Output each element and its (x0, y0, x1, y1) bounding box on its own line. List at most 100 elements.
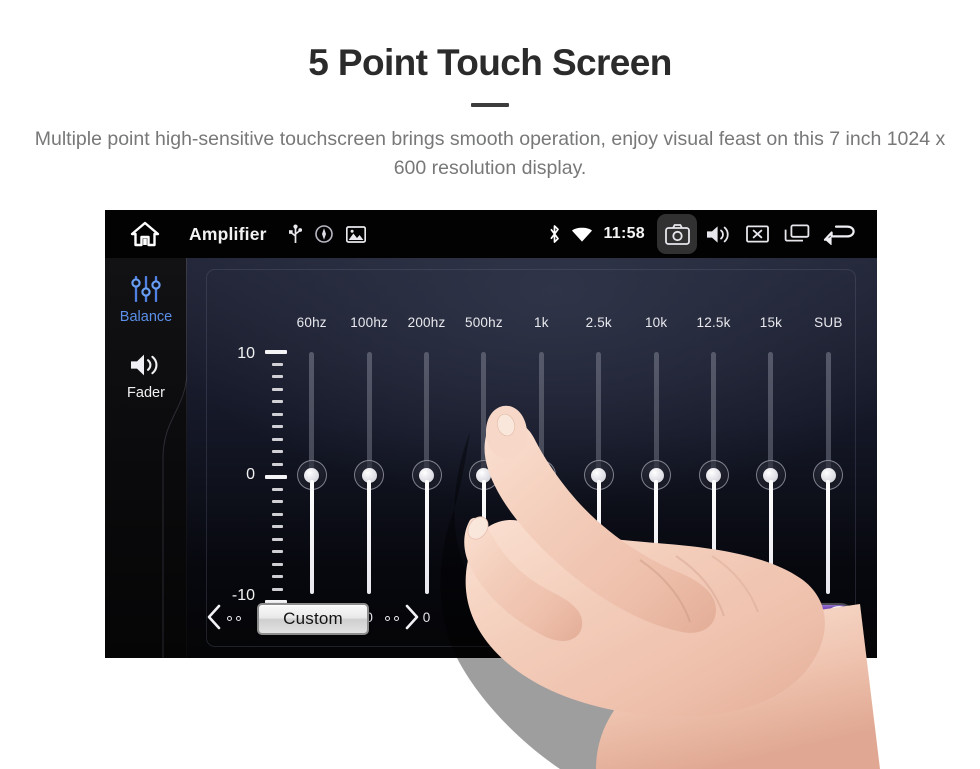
eq-slider-1k[interactable] (513, 346, 570, 604)
frequency-label: 2.5k (585, 315, 612, 330)
sidebar-item-balance[interactable]: Balance (105, 272, 187, 325)
eq-slider-10k[interactable] (627, 346, 684, 604)
eq-slider-500hz[interactable] (455, 346, 512, 604)
eq-slider-2.5k[interactable] (570, 346, 627, 604)
scale-tick-minor (272, 525, 283, 528)
scale-tick-minor (272, 500, 283, 503)
slider-track-lower (826, 480, 831, 594)
amplifier-body: Balance Fader 60hz 100hz 200hz 500hz 1k … (105, 258, 877, 658)
frequency-label: 500hz (465, 315, 503, 330)
app-title: Amplifier (189, 223, 267, 244)
toggle-knob (825, 605, 853, 632)
slider-track-upper (309, 352, 315, 475)
frequency-label: 1k (533, 315, 549, 330)
frequency-label: 200hz (407, 315, 446, 330)
sidebar-item-fader[interactable]: Fader (105, 348, 187, 401)
scale-tick-minor (272, 550, 283, 553)
slider-track-upper (768, 352, 774, 475)
camera-icon[interactable] (657, 214, 697, 254)
slider-track-lower (424, 480, 429, 594)
product-feature-page: 5 Point Touch Screen Multiple point high… (0, 0, 980, 769)
next-dots-icon (385, 616, 399, 621)
recents-icon[interactable] (777, 214, 817, 254)
frequency-label: SUB (814, 315, 843, 330)
volume-icon[interactable] (697, 214, 737, 254)
prev-preset-button[interactable] (206, 604, 241, 633)
slider-track-lower (711, 480, 716, 594)
scale-tick-minor (272, 425, 283, 428)
scale-tick-minor (272, 562, 283, 566)
scale-tick-minor (272, 450, 283, 453)
slider-track-upper (711, 352, 717, 475)
usb-icon (288, 224, 302, 244)
preset-control-bar: Custom ness (206, 590, 856, 647)
scale-tick-minor (272, 362, 283, 366)
sidebar-item-label: Balance (119, 309, 173, 325)
scale-tick-minor (272, 437, 283, 441)
preset-label: Custom (283, 608, 343, 628)
clock: 11:58 (603, 225, 645, 242)
chevron-right-icon (404, 604, 420, 633)
frequency-label: 10k (644, 315, 668, 330)
slider-track-upper (653, 352, 659, 475)
status-right-group: 11:58 (548, 214, 863, 254)
slider-track-lower (481, 480, 486, 594)
page-subtitle: Multiple point high-sensitive touchscree… (34, 128, 946, 180)
page-title: 5 Point Touch Screen (308, 42, 672, 83)
loudness-control: ness (734, 602, 856, 635)
slider-track-lower (596, 480, 601, 594)
slider-track-upper (596, 352, 602, 475)
slider-track-upper (424, 352, 430, 475)
next-preset-button[interactable] (385, 604, 420, 633)
bluetooth-icon (548, 224, 561, 244)
title-divider (471, 103, 509, 108)
scale-tick-minor (272, 412, 283, 416)
scale-label-max: 10 (237, 345, 255, 362)
slider-track-lower (768, 480, 773, 594)
eq-slider-60hz[interactable] (283, 346, 340, 604)
slider-track-upper (538, 352, 544, 475)
scale-tick-minor (272, 375, 283, 378)
preset-button-custom[interactable]: Custom (257, 602, 369, 635)
page-header: 5 Point Touch Screen Multiple point high… (0, 0, 980, 183)
slider-track-upper (481, 352, 487, 475)
speaker-icon (105, 348, 187, 382)
loudness-toggle[interactable] (780, 602, 856, 635)
eq-slider-sub[interactable] (800, 346, 857, 604)
frequency-label: 12.5k (696, 315, 731, 330)
scale-tick-minor (272, 400, 283, 403)
equalizer-sliders-icon (105, 272, 187, 306)
slider-track-lower (654, 480, 659, 594)
eq-slider-12.5k[interactable] (685, 346, 742, 604)
equalizer-slider-group (283, 346, 857, 604)
frequency-label: 15k (759, 315, 783, 330)
prev-dots-icon (227, 616, 241, 621)
scale-tick-minor (272, 575, 283, 578)
slider-track-lower (539, 480, 544, 594)
chevron-left-icon (206, 604, 222, 633)
slider-track-lower (309, 480, 314, 594)
gps-icon (314, 225, 333, 243)
scale-label-mid: 0 (246, 466, 255, 483)
wifi-icon (571, 226, 593, 243)
home-icon[interactable] (125, 221, 165, 247)
close-icon[interactable] (737, 214, 777, 254)
scale-tick-minor (272, 387, 283, 391)
scale-tick-minor (272, 537, 283, 541)
frequency-label: 60hz (296, 315, 327, 330)
slider-track-upper (366, 352, 372, 475)
scale-tick-minor (272, 462, 283, 466)
eq-slider-100hz[interactable] (340, 346, 397, 604)
sidebar-item-label: Fader (127, 385, 165, 401)
slider-track-upper (825, 352, 831, 475)
car-head-unit-screen: Amplifier 11:58 Balance Fader 60hz 100hz… (105, 210, 877, 658)
eq-slider-200hz[interactable] (398, 346, 455, 604)
status-mini-icons (288, 224, 366, 244)
eq-slider-15k[interactable] (742, 346, 799, 604)
frequency-label: 100hz (350, 315, 388, 330)
scale-tick-minor (272, 487, 283, 491)
status-bar: Amplifier 11:58 (105, 210, 877, 258)
scale-tick-minor (272, 512, 283, 516)
back-icon[interactable] (817, 214, 863, 254)
slider-track-lower (367, 480, 372, 594)
